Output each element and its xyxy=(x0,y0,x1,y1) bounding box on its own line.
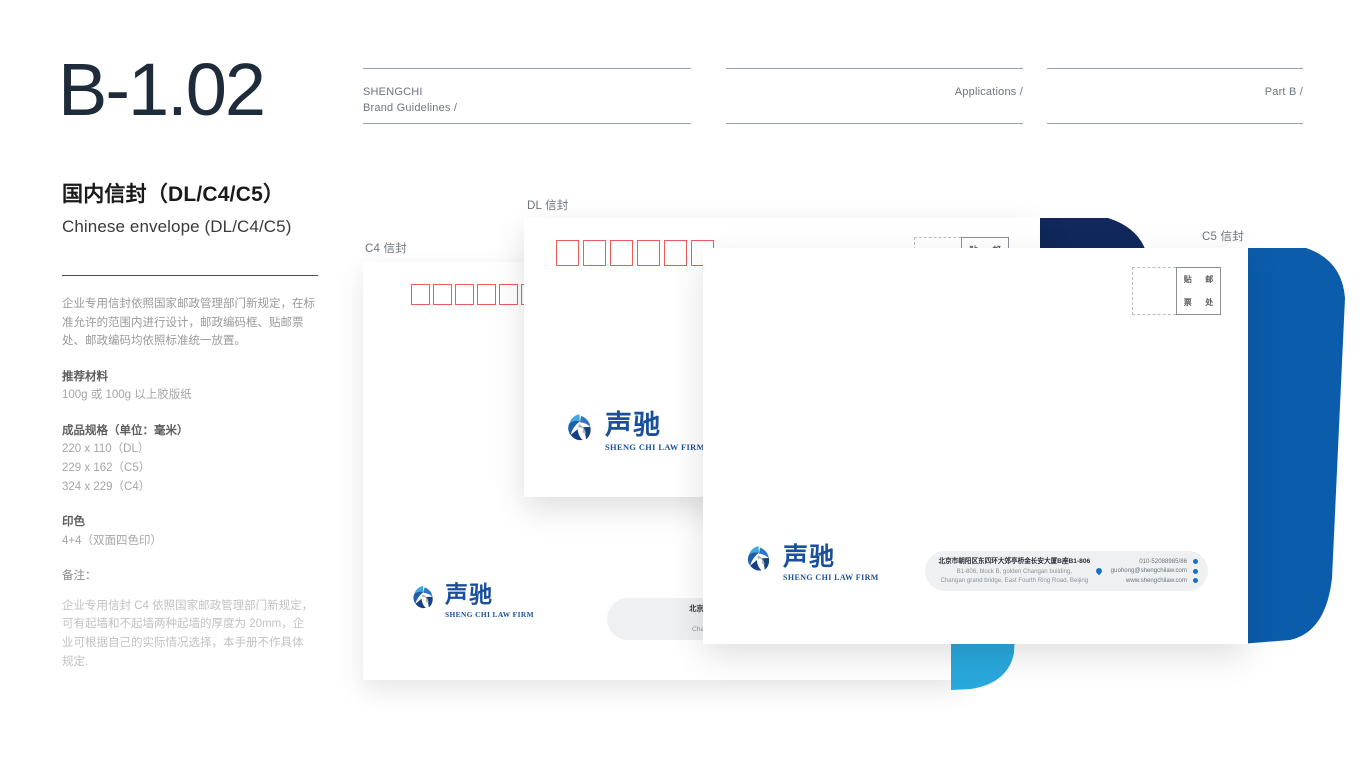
postal-box xyxy=(477,284,496,305)
postal-box xyxy=(637,240,660,266)
c5-address-left: 北京市朝阳区东四环大郊亭桥金长安大厦B座B1-806 B1-806, block… xyxy=(937,557,1092,586)
postal-box xyxy=(455,284,474,305)
c5-address-bar: 北京市朝阳区东四环大郊亭桥金长安大厦B座B1-806 B1-806, block… xyxy=(925,551,1208,591)
postal-box xyxy=(556,240,579,266)
address-en-line2: Changan grand bridge, East Fourth Ring R… xyxy=(940,577,1089,584)
dl-logo: 声驰 SHENG CHI LAW FIRM xyxy=(563,412,705,452)
c5-contact-column: 010-52088985/86 guohong@shengchilaw.com … xyxy=(1111,557,1198,586)
email-row: guohong@shengchilaw.com xyxy=(1111,566,1198,576)
c5-envelope-label: C5 信封 xyxy=(1202,231,1244,243)
address-cn: 北京市朝阳区东四环大郊亭桥金长安大厦B座B1-806 xyxy=(938,557,1091,565)
logo-text-cn: 声驰 xyxy=(605,410,661,441)
c5-envelope: 贴 邮 票 处 声驰 SHENG CHI LAW FIRM 北京市朝阳区东四环大… xyxy=(703,248,1248,644)
c5-envelope-flap xyxy=(1240,248,1350,644)
postal-box xyxy=(499,284,518,305)
stamp-dashed-placeholder xyxy=(1132,267,1176,315)
postal-box xyxy=(411,284,430,305)
logo-text-cn: 声驰 xyxy=(445,582,493,608)
contact-email: guohong@shengchilaw.com xyxy=(1110,567,1187,575)
postal-box xyxy=(664,240,687,266)
stamp-char-3: 票 xyxy=(1183,298,1192,307)
stamp-char-4: 处 xyxy=(1205,298,1214,307)
c5-stamp-area: 贴 邮 票 处 xyxy=(1132,267,1221,315)
logo-text-en: SHENG CHI LAW FIRM xyxy=(783,572,879,582)
c5-logo: 声驰 SHENG CHI LAW FIRM xyxy=(743,544,879,582)
stamp-char-2: 邮 xyxy=(1205,275,1214,284)
shengchi-pinwheel-icon xyxy=(409,584,439,614)
logo-text-cn: 声驰 xyxy=(783,542,836,571)
dl-postal-code-boxes xyxy=(556,240,714,266)
postal-box xyxy=(610,240,633,266)
c4-envelope-label: C4 信封 xyxy=(365,243,407,255)
envelope-mockups: C4 信封 声驰 SHENG CHI LAW FIRM DL 信封 声驰 SHE… xyxy=(0,0,1366,768)
phone-row: 010-52088985/86 xyxy=(1111,557,1198,567)
c5-logo-wordmark: 声驰 SHENG CHI LAW FIRM xyxy=(783,544,879,582)
postal-box xyxy=(583,240,606,266)
postal-box xyxy=(433,284,452,305)
logo-text-en: SHENG CHI LAW FIRM xyxy=(605,442,705,452)
shengchi-pinwheel-icon xyxy=(563,412,598,447)
website-row: www.shengchilaw.com xyxy=(1111,576,1198,586)
dl-logo-wordmark: 声驰 SHENG CHI LAW FIRM xyxy=(605,412,705,452)
email-dot-icon xyxy=(1193,568,1198,574)
phone-dot-icon xyxy=(1193,558,1198,564)
c4-postal-code-boxes xyxy=(411,284,540,305)
c4-logo-wordmark: 声驰 SHENG CHI LAW FIRM xyxy=(445,582,534,620)
contact-website: www.shengchilaw.com xyxy=(1126,576,1187,584)
dl-envelope-label: DL 信封 xyxy=(527,200,569,212)
website-dot-icon xyxy=(1193,578,1198,584)
c4-logo: 声驰 SHENG CHI LAW FIRM xyxy=(409,582,534,620)
stamp-box: 贴 邮 票 处 xyxy=(1176,267,1221,315)
logo-text-en: SHENG CHI LAW FIRM xyxy=(445,610,534,620)
shengchi-pinwheel-icon xyxy=(743,544,776,577)
stamp-char-1: 贴 xyxy=(1183,275,1192,284)
contact-phone: 010-52088985/86 xyxy=(1139,557,1187,565)
location-pin-icon xyxy=(1094,566,1103,576)
address-en-line1: B1-806, block B, golden Changan building… xyxy=(956,567,1073,575)
brand-guidelines-page: B-1.02 国内信封（DL/C4/C5） Chinese envelope (… xyxy=(0,0,1366,768)
